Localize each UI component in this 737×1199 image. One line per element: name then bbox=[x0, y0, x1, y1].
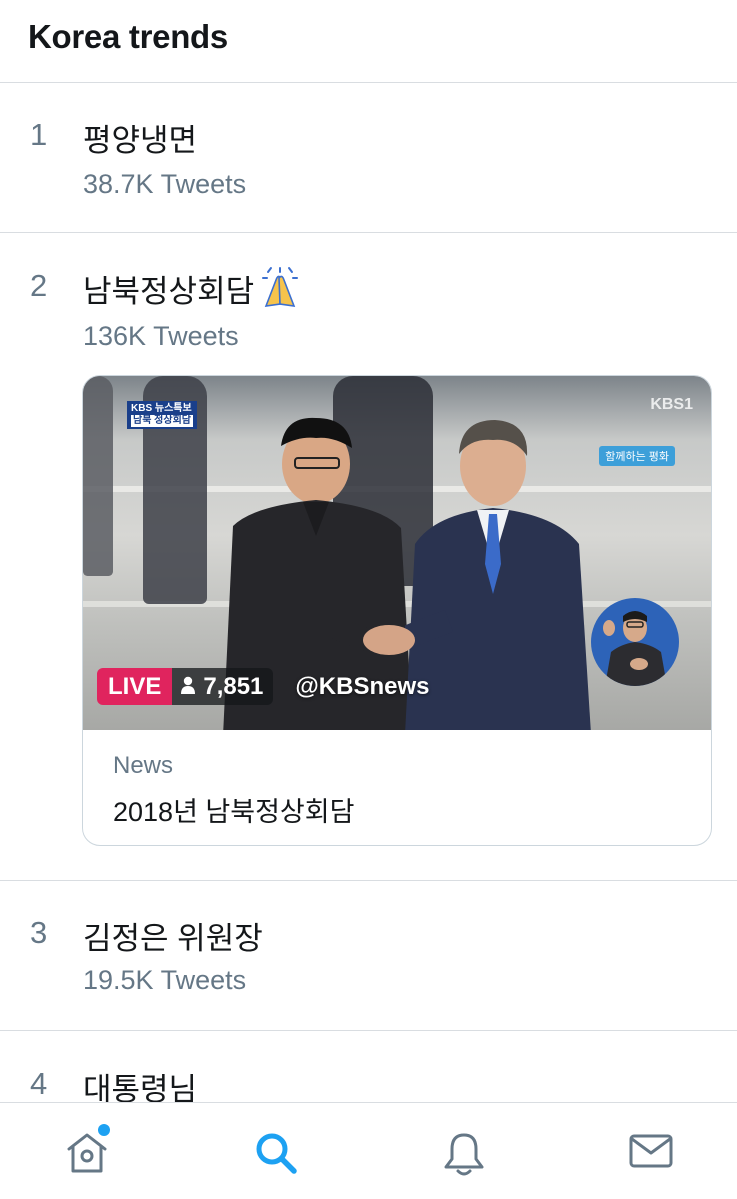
search-icon bbox=[254, 1133, 298, 1179]
live-broadcast-card[interactable]: KBS 뉴스특보 남북 정상회담 KBS1 함께하는 평화 LIVE 7,851 bbox=[82, 375, 712, 846]
header: Korea trends bbox=[0, 0, 737, 83]
mail-icon bbox=[628, 1134, 674, 1175]
tab-notifications[interactable] bbox=[442, 1131, 486, 1182]
channel-logo: KBS1 bbox=[650, 396, 693, 413]
trend-name: 김정은 위원장 bbox=[83, 921, 263, 956]
card-category: News bbox=[113, 752, 174, 779]
broadcast-badge-subtitle: 남북 정상회담 bbox=[131, 415, 193, 427]
user-icon bbox=[180, 668, 196, 705]
tab-home[interactable] bbox=[64, 1131, 110, 1180]
notification-dot bbox=[98, 1124, 110, 1136]
trend-item[interactable]: 4 대통령님 bbox=[0, 1031, 737, 1107]
trend-rank: 1 bbox=[30, 117, 48, 152]
trend-name-row: 남북정상회담 bbox=[83, 266, 302, 316]
card-title: 2018년 남북정상회담 bbox=[113, 797, 355, 827]
trend-tweet-count: 19.5K Tweets bbox=[83, 965, 247, 995]
trend-item[interactable]: 1 평양냉면 38.7K Tweets bbox=[0, 83, 737, 233]
broadcast-badge-title: KBS 뉴스특보 bbox=[131, 403, 192, 414]
sign-language-interpreter-image bbox=[591, 598, 679, 686]
bottom-tab-bar bbox=[0, 1102, 737, 1199]
home-icon bbox=[64, 1133, 110, 1179]
trend-tweet-count: 38.7K Tweets bbox=[83, 169, 247, 199]
trend-rank: 4 bbox=[30, 1066, 48, 1101]
broadcaster-handle[interactable]: @KBSnews bbox=[295, 673, 429, 701]
trend-rank: 2 bbox=[30, 268, 48, 303]
trend-item[interactable]: 3 김정은 위원장 19.5K Tweets bbox=[0, 881, 737, 1031]
broadcast-badge: KBS 뉴스특보 남북 정상회담 bbox=[127, 401, 197, 429]
trend-tweet-count: 136K Tweets bbox=[83, 321, 239, 351]
viewer-count: 7,851 bbox=[203, 673, 264, 700]
tab-messages[interactable] bbox=[628, 1131, 674, 1176]
page-title: Korea trends bbox=[28, 18, 228, 55]
trend-name: 평양냉면 bbox=[83, 123, 198, 158]
trend-rank: 3 bbox=[30, 915, 48, 950]
tab-search[interactable] bbox=[254, 1131, 298, 1180]
bell-icon bbox=[442, 1133, 486, 1181]
live-video-thumbnail[interactable]: KBS 뉴스특보 남북 정상회담 KBS1 함께하는 평화 LIVE 7,851 bbox=[83, 376, 711, 730]
trend-name: 남북정상회담 bbox=[83, 274, 255, 309]
person-right-image bbox=[405, 420, 591, 730]
viewer-count-badge: 7,851 bbox=[172, 668, 274, 705]
peace-logo: 함께하는 평화 bbox=[599, 446, 675, 466]
live-badge: LIVE bbox=[97, 668, 173, 705]
handshake-image bbox=[363, 625, 415, 655]
raised-hands-emoji-icon bbox=[258, 266, 302, 316]
live-status-bar: LIVE 7,851 @KBSnews bbox=[97, 668, 430, 705]
